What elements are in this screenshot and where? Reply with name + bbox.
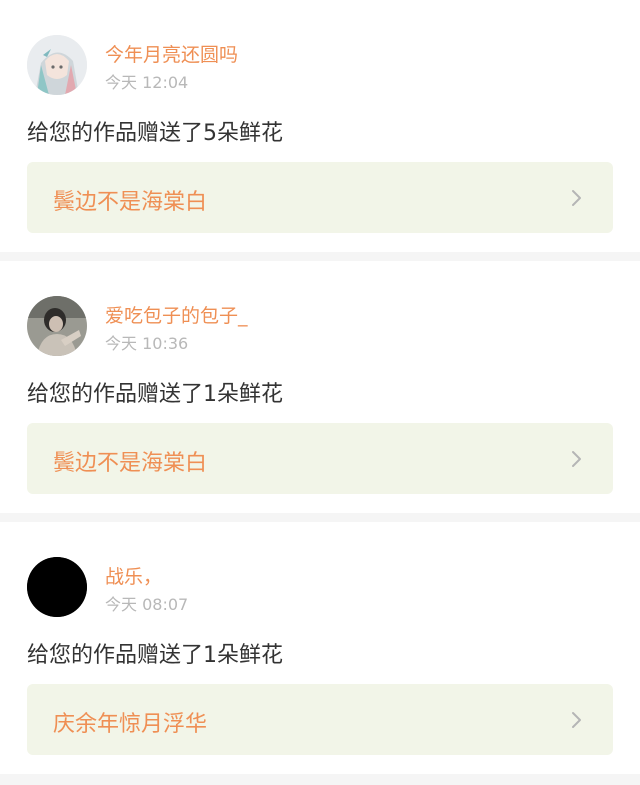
avatar[interactable] <box>27 557 87 617</box>
username[interactable]: 战乐， <box>105 562 162 589</box>
chevron-right-icon <box>572 451 581 467</box>
notification-message: 给您的作品赠送了1朵鲜花 <box>27 643 283 668</box>
notification-message: 给您的作品赠送了1朵鲜花 <box>27 382 283 407</box>
username[interactable]: 今年月亮还圆吗 <box>105 40 238 67</box>
notification-item: 爱吃包子的包子_ 今天 10:36 给您的作品赠送了1朵鲜花 鬓边不是海棠白 <box>0 261 640 513</box>
chevron-right-icon <box>572 712 581 728</box>
username[interactable]: 爱吃包子的包子_ <box>105 301 248 328</box>
avatar[interactable] <box>27 296 87 356</box>
timestamp: 今天 10:36 <box>105 334 189 353</box>
notification-item: 战乐， 今天 08:07 给您的作品赠送了1朵鲜花 庆余年惊月浮华 <box>0 522 640 774</box>
notification-feed: 今年月亮还圆吗 今天 12:04 给您的作品赠送了5朵鲜花 鬓边不是海棠白 爱吃… <box>0 0 640 785</box>
photo-portrait-avatar-icon <box>27 296 87 356</box>
anime-girl-avatar-icon <box>27 35 87 95</box>
chevron-right-icon <box>572 190 581 206</box>
work-title: 鬓边不是海棠白 <box>53 451 208 476</box>
work-link[interactable]: 鬓边不是海棠白 <box>27 423 613 494</box>
work-link[interactable]: 庆余年惊月浮华 <box>27 684 613 755</box>
notification-item: 今年月亮还圆吗 今天 12:04 给您的作品赠送了5朵鲜花 鬓边不是海棠白 <box>0 0 640 252</box>
timestamp: 今天 12:04 <box>105 73 189 92</box>
work-link[interactable]: 鬓边不是海棠白 <box>27 162 613 233</box>
black-circle-avatar-icon <box>27 557 87 617</box>
notification-message: 给您的作品赠送了5朵鲜花 <box>27 121 283 146</box>
work-title: 鬓边不是海棠白 <box>53 190 208 215</box>
work-title: 庆余年惊月浮华 <box>53 712 208 737</box>
avatar[interactable] <box>27 35 87 95</box>
timestamp: 今天 08:07 <box>105 595 189 614</box>
